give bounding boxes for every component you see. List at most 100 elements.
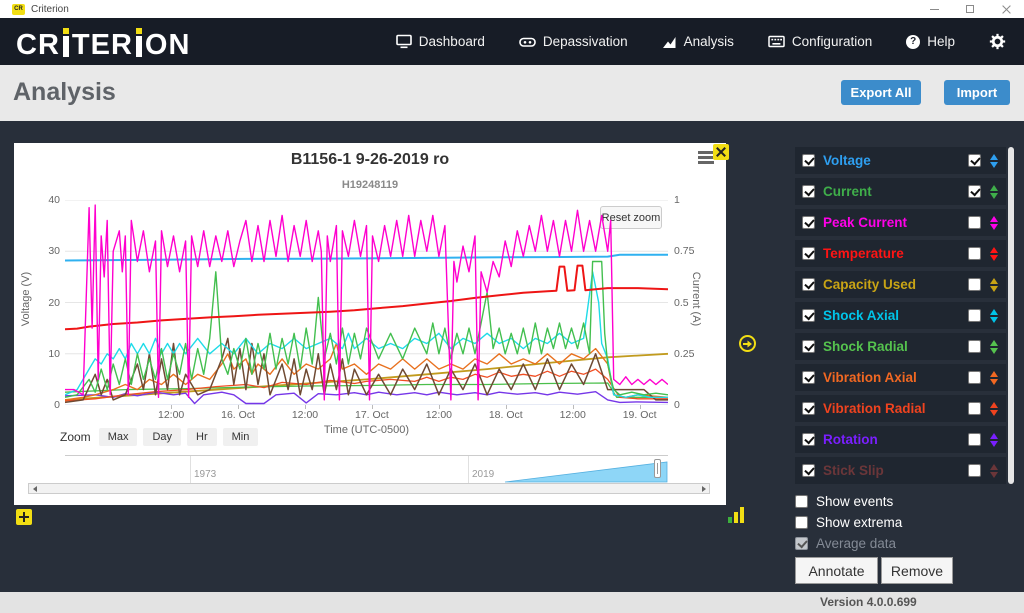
series-axis-checkbox[interactable] — [968, 216, 981, 229]
series-visible-checkbox[interactable] — [802, 340, 815, 353]
series-axis-checkbox[interactable] — [968, 154, 981, 167]
logo-i-icon — [136, 36, 142, 57]
arrow-up-icon — [990, 185, 998, 191]
remove-button[interactable]: Remove — [881, 557, 953, 584]
series-axis-checkbox[interactable] — [968, 433, 981, 446]
expand-arrow-button[interactable] — [739, 335, 756, 352]
arrow-up-icon — [990, 371, 998, 377]
scrollbar-left-arrow[interactable] — [29, 484, 40, 493]
y-axis-right-tick: 0.75 — [674, 245, 708, 257]
option-checkbox[interactable] — [795, 516, 808, 529]
close-chart-button[interactable] — [713, 144, 729, 160]
series-axis-checkbox[interactable] — [968, 278, 981, 291]
series-label: Peak Current — [823, 215, 907, 230]
series-axis-checkbox[interactable] — [968, 371, 981, 384]
nav-help[interactable]: ? Help — [906, 34, 955, 49]
series-visible-checkbox[interactable] — [802, 216, 815, 229]
zoom-hr-button[interactable]: Hr — [187, 428, 217, 446]
series-axis-checkbox[interactable] — [968, 402, 981, 415]
series-visible-checkbox[interactable] — [802, 464, 815, 477]
y-axis-left-tick: 40 — [14, 194, 60, 206]
arrow-down-icon — [990, 379, 998, 385]
series-axis-checkbox[interactable] — [968, 247, 981, 260]
zoom-min-button[interactable]: Min — [223, 428, 259, 446]
import-button[interactable]: Import — [944, 80, 1010, 105]
series-label: Shock Axial — [823, 308, 899, 323]
series-sort-arrows[interactable] — [990, 371, 998, 385]
series-label: Vibration Axial — [823, 370, 917, 385]
minimize-button[interactable] — [926, 1, 942, 17]
series-visible-checkbox[interactable] — [802, 402, 815, 415]
series-axis-checkbox[interactable] — [968, 340, 981, 353]
maximize-button[interactable] — [962, 1, 978, 17]
y-axis-left-tick: 30 — [14, 245, 60, 257]
x-axis-tick: 12:00 — [275, 409, 335, 421]
series-axis-checkbox[interactable] — [968, 309, 981, 322]
navigator-tick-label: 2019 — [472, 469, 494, 480]
series-list-scrollbar[interactable] — [1008, 147, 1014, 484]
option-checkbox[interactable] — [795, 495, 808, 508]
series-visible-checkbox[interactable] — [802, 247, 815, 260]
zoom-max-button[interactable]: Max — [99, 428, 138, 446]
arrow-down-icon — [990, 348, 998, 354]
navigator-handle[interactable] — [654, 459, 661, 478]
series-visible-checkbox[interactable] — [802, 433, 815, 446]
nav-configuration[interactable]: Configuration — [768, 34, 872, 49]
series-visible-checkbox[interactable] — [802, 309, 815, 322]
series-sort-arrows[interactable] — [990, 154, 998, 168]
nav-dashboard[interactable]: Dashboard — [396, 34, 485, 49]
configuration-icon — [768, 35, 785, 48]
series-row: Shock Axial — [795, 302, 1006, 329]
series-visible-checkbox[interactable] — [802, 185, 815, 198]
chart-options: Show eventsShow extremaAverage data — [795, 494, 902, 551]
close-button[interactable] — [998, 1, 1014, 17]
option-label: Average data — [816, 536, 896, 551]
series-sort-arrows[interactable] — [990, 216, 998, 230]
series-label: Voltage — [823, 153, 871, 168]
scrollbar-right-arrow[interactable] — [698, 484, 709, 493]
export-all-button[interactable]: Export All — [841, 80, 921, 105]
stats-bars-button[interactable] — [728, 505, 750, 523]
option-label: Show extrema — [816, 515, 902, 530]
option-row: Average data — [795, 536, 902, 551]
arrow-up-icon — [990, 278, 998, 284]
zoom-label: Zoom — [60, 430, 91, 444]
y-axis-right-tick: 0.5 — [674, 297, 708, 309]
series-sort-arrows[interactable] — [990, 340, 998, 354]
chart-navigator[interactable]: 19732019 — [65, 455, 668, 482]
help-icon: ? — [906, 35, 920, 49]
series-axis-checkbox[interactable] — [968, 464, 981, 477]
x-axis-tickmark — [171, 405, 172, 409]
series-sort-arrows[interactable] — [990, 278, 998, 292]
series-label: Current — [823, 184, 872, 199]
criterion-logo: CR TER ON — [16, 27, 190, 57]
zoom-day-button[interactable]: Day — [143, 428, 181, 446]
annotate-button[interactable]: Annotate — [795, 557, 878, 584]
series-label: Shock Radial — [823, 339, 908, 354]
y-axis-right-tick: 1 — [674, 194, 708, 206]
series-row: Vibration Axial — [795, 364, 1006, 391]
add-chart-button[interactable] — [16, 509, 32, 525]
page-title: Analysis — [13, 78, 116, 107]
settings-gear-button[interactable] — [989, 33, 1006, 50]
series-list: VoltageCurrentPeak CurrentTemperatureCap… — [795, 147, 1006, 484]
arrow-down-icon — [990, 410, 998, 416]
series-sort-arrows[interactable] — [990, 402, 998, 416]
chart-scrollbar[interactable] — [28, 483, 710, 494]
nav-depassivation[interactable]: Depassivation — [519, 34, 628, 49]
series-visible-checkbox[interactable] — [802, 371, 815, 384]
series-sort-arrows[interactable] — [990, 309, 998, 323]
depassivation-icon — [519, 35, 536, 49]
series-sort-arrows[interactable] — [990, 464, 998, 478]
arrow-down-icon — [990, 162, 998, 168]
series-sort-arrows[interactable] — [990, 247, 998, 261]
nav-analysis[interactable]: Analysis — [662, 34, 734, 49]
series-visible-checkbox[interactable] — [802, 154, 815, 167]
series-sort-arrows[interactable] — [990, 185, 998, 199]
series-row: Current — [795, 178, 1006, 205]
series-visible-checkbox[interactable] — [802, 278, 815, 291]
series-axis-checkbox[interactable] — [968, 185, 981, 198]
series-sort-arrows[interactable] — [990, 433, 998, 447]
option-row: Show extrema — [795, 515, 902, 530]
y-axis-right-tick: 0.25 — [674, 348, 708, 360]
